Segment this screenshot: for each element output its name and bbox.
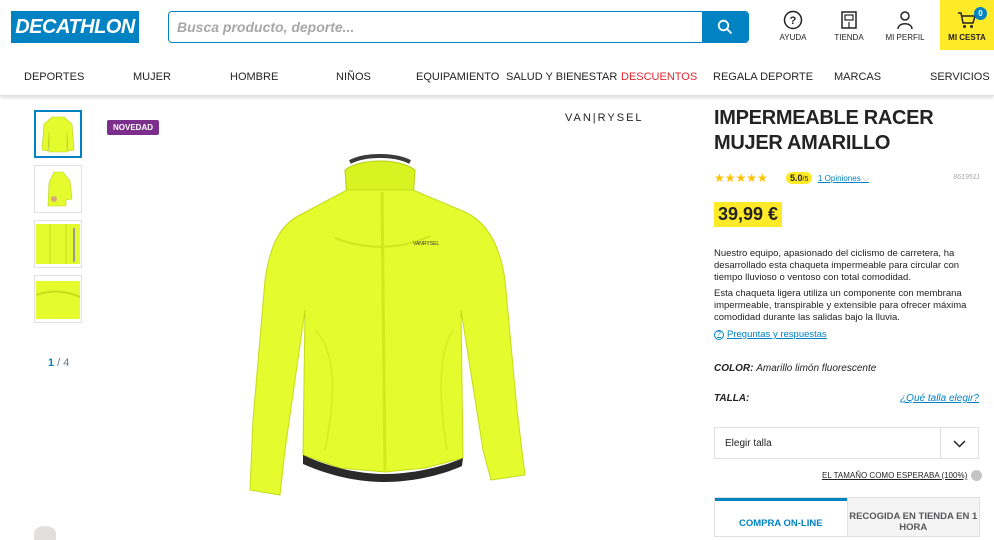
gallery-pager: 1 / 4 — [48, 357, 70, 369]
cart-label: MI CESTA — [948, 33, 986, 42]
tab-online[interactable]: COMPRA ON-LINE — [715, 498, 847, 536]
star-rating-icon: ★★★★★ — [714, 171, 768, 185]
description-paragraph-2: Esta chaqueta ligera utiliza un componen… — [714, 288, 967, 323]
store-icon — [841, 11, 857, 29]
help-icon: ? — [783, 10, 803, 30]
search-button[interactable] — [702, 12, 748, 42]
fit-text: EL TAMAÑO COMO ESPERABA (100%) — [822, 471, 968, 480]
product-price: 39,99 € — [714, 202, 783, 227]
thumbnail-3[interactable] — [34, 220, 82, 268]
nav-item-ninos[interactable]: NIÑOS — [336, 71, 371, 83]
brand-logo[interactable]: VAN|RYSEL — [565, 112, 644, 124]
nav-item-deportes[interactable]: DEPORTES — [24, 71, 84, 83]
partial-icon — [34, 526, 56, 540]
svg-text:?: ? — [790, 15, 797, 27]
thumbnail-4[interactable] — [34, 275, 82, 323]
main-nav: DEPORTES MUJER HOMBRE NIÑOS EQUIPAMIENTO… — [0, 58, 994, 96]
store-link[interactable]: TIENDA — [819, 10, 879, 42]
select-divider — [940, 428, 941, 458]
question-icon: ? — [714, 329, 724, 340]
size-select[interactable]: Elegir talla — [714, 427, 979, 459]
cart-count-badge: 0 — [974, 7, 987, 20]
nav-item-servicios[interactable]: SERVICIOS — [930, 71, 990, 83]
help-label: AYUDA — [779, 33, 807, 42]
help-link[interactable]: ? AYUDA — [763, 10, 823, 42]
chevron-down-icon — [953, 440, 966, 448]
color-label: COLOR: — [714, 363, 754, 374]
nav-item-descuentos[interactable]: DESCUENTOS — [621, 71, 697, 83]
nav-item-regala[interactable]: REGALA DEPORTE — [713, 71, 813, 83]
nav-item-mujer[interactable]: MUJER — [133, 71, 171, 83]
fit-dot-icon — [971, 470, 983, 481]
novedad-badge: NOVEDAD — [107, 120, 160, 135]
header: DECATHLON ? AYUDA TIENDA MI PERFIL 0 MI … — [0, 0, 994, 56]
rating-score: 5.0/5 — [786, 172, 813, 184]
faq-link[interactable]: ? Preguntas y respuestas — [714, 329, 827, 340]
faq-label: Preguntas y respuestas — [727, 329, 827, 340]
size-select-value: Elegir talla — [725, 437, 772, 449]
product-description: Nuestro equipo, apasionado del ciclismo … — [714, 248, 976, 324]
purchase-tabs: COMPRA ON-LINE RECOGIDA EN TIENDA EN 1 H… — [714, 497, 980, 537]
color-value: Amarillo limón fluorescente — [756, 363, 877, 374]
product-image[interactable]: VANRYSEL — [225, 150, 545, 533]
rating-row: ★★★★★ 5.0/5 1 Opiniones ⌵ 8619511 — [714, 171, 980, 185]
nav-item-hombre[interactable]: HOMBRE — [230, 71, 278, 83]
search-bar — [168, 11, 749, 43]
size-guide-link[interactable]: ¿Qué talla elegir? — [900, 393, 979, 404]
user-icon — [897, 11, 913, 30]
color-row: COLOR: Amarillo limón fluorescente — [714, 363, 876, 374]
product-reference: 8619511 — [953, 174, 980, 181]
description-paragraph-1: Nuestro equipo, apasionado del ciclismo … — [714, 248, 960, 283]
thumbnail-list — [34, 110, 82, 330]
thumbnail-1[interactable] — [34, 110, 82, 158]
decathlon-logo[interactable]: DECATHLON — [11, 11, 139, 43]
opinions-link[interactable]: 1 Opiniones ⌵ — [818, 174, 869, 184]
nav-item-salud[interactable]: SALUD Y BIENESTAR — [506, 71, 617, 83]
chevron-down-icon: ⌵ — [862, 174, 870, 183]
thumbnail-2[interactable] — [34, 165, 82, 213]
search-input[interactable] — [169, 12, 702, 42]
svg-text:VANRYSEL: VANRYSEL — [413, 241, 439, 247]
tab-store-pickup[interactable]: RECOGIDA EN TIENDA EN 1 HORA — [846, 498, 979, 536]
nav-item-equipamiento[interactable]: EQUIPAMIENTO — [416, 71, 499, 83]
size-label: TALLA: — [714, 393, 750, 404]
profile-link[interactable]: MI PERFIL — [875, 10, 935, 42]
cart-button[interactable]: 0 MI CESTA — [940, 0, 994, 50]
profile-label: MI PERFIL — [885, 33, 925, 42]
fit-indicator[interactable]: EL TAMAÑO COMO ESPERABA (100%) — [822, 470, 983, 481]
search-icon — [717, 19, 733, 35]
store-label: TIENDA — [834, 33, 864, 42]
product-title: IMPERMEABLE RACER MUJER AMARILLO — [714, 107, 934, 154]
nav-item-marcas[interactable]: MARCAS — [834, 71, 881, 83]
